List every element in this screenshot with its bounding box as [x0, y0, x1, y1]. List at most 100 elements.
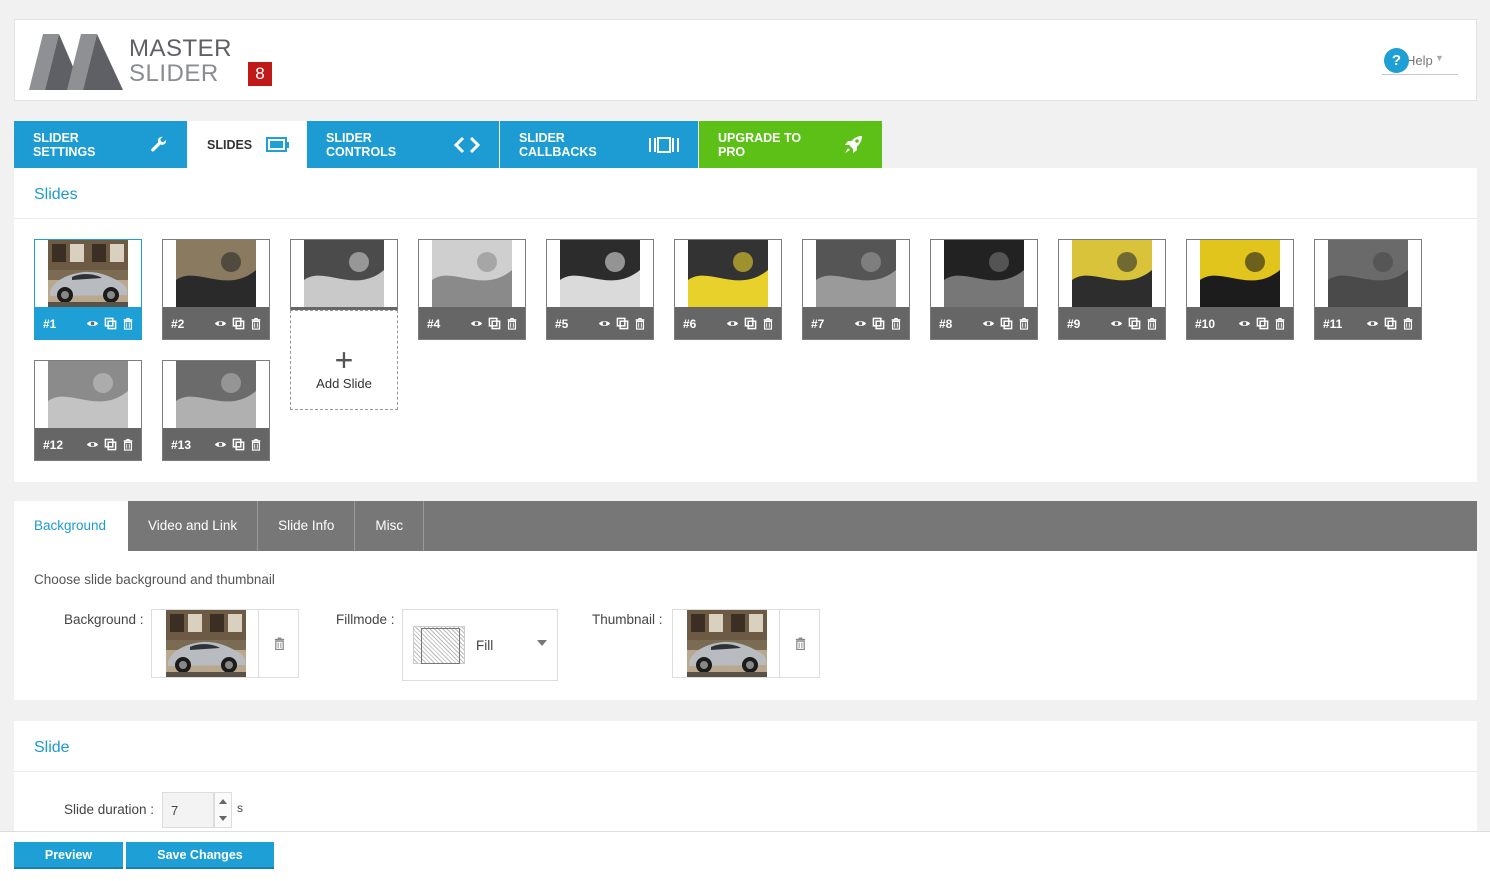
fillmode-select[interactable]: Fill — [402, 609, 558, 681]
slide-thumbnail[interactable]: #4 — [418, 239, 526, 340]
slide-image[interactable] — [176, 361, 256, 428]
duplicate-icon[interactable] — [1383, 316, 1397, 330]
preview-button[interactable]: Preview — [14, 842, 123, 869]
duplicate-icon[interactable] — [743, 316, 757, 330]
slide-actions — [1237, 316, 1287, 330]
help-dropdown[interactable]: Help ? ▼ — [1382, 46, 1458, 75]
stepper-buttons[interactable] — [214, 792, 232, 828]
trash-icon[interactable] — [1273, 316, 1287, 330]
duplicate-icon[interactable] — [487, 316, 501, 330]
eye-icon[interactable] — [213, 437, 227, 451]
slide-image[interactable] — [304, 240, 384, 307]
eye-icon[interactable] — [469, 316, 483, 330]
background-label: Background : — [64, 612, 144, 627]
add-slide-button[interactable]: + Add Slide — [290, 310, 398, 410]
tab-slider-callbacks[interactable]: SLIDER CALLBACKS — [500, 121, 698, 168]
tab-slider-settings[interactable]: SLIDER SETTINGS — [14, 121, 187, 168]
eye-icon[interactable] — [85, 437, 99, 451]
trash-icon[interactable] — [1145, 316, 1159, 330]
slide-actions — [597, 316, 647, 330]
tab-slide-info[interactable]: Slide Info — [258, 501, 356, 551]
slide-image[interactable] — [1072, 240, 1152, 307]
tab-slider-controls[interactable]: SLIDER CONTROLS — [307, 121, 499, 168]
slide-thumbnail[interactable]: #1 — [34, 239, 142, 340]
slide-image[interactable] — [560, 240, 640, 307]
slide-image[interactable] — [48, 240, 128, 307]
eye-icon[interactable] — [1365, 316, 1379, 330]
slide-thumbnail[interactable]: #12 — [34, 360, 142, 461]
duplicate-icon[interactable] — [1255, 316, 1269, 330]
trash-icon[interactable] — [889, 316, 903, 330]
duplicate-icon[interactable] — [103, 316, 117, 330]
background-image-picker[interactable] — [151, 609, 299, 678]
slide-image[interactable] — [688, 240, 768, 307]
slide-image[interactable] — [944, 240, 1024, 307]
slide-image[interactable] — [176, 240, 256, 307]
duplicate-icon[interactable] — [231, 437, 245, 451]
slide-image[interactable] — [816, 240, 896, 307]
slide-thumbnail[interactable]: #2 — [162, 239, 270, 340]
eye-icon[interactable] — [1109, 316, 1123, 330]
trash-icon[interactable] — [121, 437, 135, 451]
eye-icon[interactable] — [725, 316, 739, 330]
tab-slides[interactable]: SLIDES — [188, 121, 306, 168]
trash-icon[interactable] — [779, 610, 820, 677]
duplicate-icon[interactable] — [871, 316, 885, 330]
stepper-down-icon[interactable] — [219, 816, 227, 821]
eye-icon[interactable] — [85, 316, 99, 330]
tab-label: SLIDER SETTINGS — [33, 130, 96, 159]
caret-down-icon — [537, 640, 547, 646]
thumbnail-image-picker[interactable] — [672, 609, 820, 678]
code-arrows-icon — [454, 136, 480, 154]
slide-image[interactable] — [1328, 240, 1408, 307]
slide-image[interactable] — [1200, 240, 1280, 307]
stepper-up-icon[interactable] — [219, 799, 227, 804]
trash-icon[interactable] — [249, 437, 263, 451]
duplicate-icon[interactable] — [1127, 316, 1141, 330]
tab-misc[interactable]: Misc — [355, 501, 425, 551]
slide-image[interactable] — [432, 240, 512, 307]
tab-upgrade-to-pro[interactable]: UPGRADE TO PRO — [699, 121, 882, 168]
duplicate-icon[interactable] — [999, 316, 1013, 330]
background-image[interactable] — [166, 610, 246, 677]
slide-duration-stepper[interactable] — [162, 792, 234, 828]
slide-thumbnail[interactable]: #5 — [546, 239, 654, 340]
slide-number: #6 — [683, 317, 697, 331]
eye-icon[interactable] — [597, 316, 611, 330]
slide-image[interactable] — [48, 361, 128, 428]
thumbnail-image[interactable] — [687, 610, 767, 677]
slide-duration-input[interactable] — [162, 792, 214, 828]
duplicate-icon[interactable] — [615, 316, 629, 330]
slide-thumbnail[interactable]: #7 — [802, 239, 910, 340]
settings-tabs: Background Video and Link Slide Info Mis… — [14, 501, 1477, 551]
trash-icon[interactable] — [1401, 316, 1415, 330]
thumbnail-label: Thumbnail : — [592, 612, 663, 627]
slide-thumbnail[interactable]: #6 — [674, 239, 782, 340]
trash-icon[interactable] — [1017, 316, 1031, 330]
eye-icon[interactable] — [1237, 316, 1251, 330]
slide-thumbnail[interactable]: #10 — [1186, 239, 1294, 340]
tab-video-and-link[interactable]: Video and Link — [128, 501, 259, 551]
slide-thumbnail[interactable]: #9 — [1058, 239, 1166, 340]
slide-number: #12 — [43, 438, 64, 452]
trash-icon[interactable] — [633, 316, 647, 330]
slide-actions — [85, 437, 135, 451]
slide-toolbar: #10 — [1187, 307, 1293, 339]
eye-icon[interactable] — [213, 316, 227, 330]
tab-background[interactable]: Background — [14, 501, 128, 551]
save-changes-button[interactable]: Save Changes — [126, 842, 274, 869]
trash-icon[interactable] — [249, 316, 263, 330]
duplicate-icon[interactable] — [231, 316, 245, 330]
duplicate-icon[interactable] — [103, 437, 117, 451]
slide-thumbnail[interactable]: #13 — [162, 360, 270, 461]
trash-icon[interactable] — [761, 316, 775, 330]
slide-thumbnail[interactable]: #11 — [1314, 239, 1422, 340]
trash-icon[interactable] — [121, 316, 135, 330]
slides-icon — [266, 136, 290, 153]
trash-icon[interactable] — [505, 316, 519, 330]
eye-icon[interactable] — [981, 316, 995, 330]
trash-icon[interactable] — [258, 610, 299, 677]
eye-icon[interactable] — [853, 316, 867, 330]
wrench-icon — [150, 136, 168, 154]
slide-thumbnail[interactable]: #8 — [930, 239, 1038, 340]
